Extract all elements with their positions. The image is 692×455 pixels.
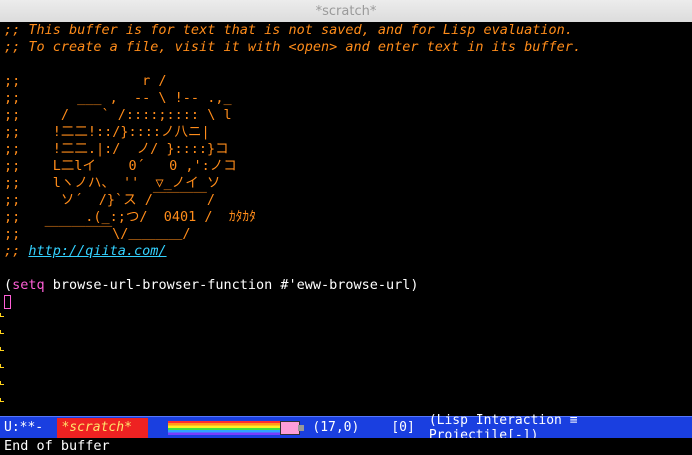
ascii-art-line: ;; L二lイ 0´ 0 ,':ノコ [4,158,237,174]
code-line: (setq browse-url-browser-function #'eww-… [4,277,692,294]
window-title: *scratch* [315,3,377,19]
nyan-cat-position-bar[interactable] [167,420,304,435]
text-cursor [4,295,11,309]
comment-prefix: ;; [4,243,29,259]
comment-line: ;; To create a file, visit it with <open… [4,39,582,55]
title-bar[interactable]: *scratch* [0,0,692,23]
empty-line-indicator [0,364,4,370]
mode-line[interactable]: U:**- *scratch* (17,0) [0] (Lisp Interac… [0,413,692,443]
cursor-line[interactable] [4,294,692,311]
buffer-name[interactable]: *scratch* [57,417,148,438]
ascii-art-line: ;; ソ´ /}`ス /￣￣￣￣/ [4,192,216,208]
buffer-text[interactable]: ;; This buffer is for text that is not s… [4,22,692,311]
empty-line-indicator [0,381,4,387]
minibuffer[interactable]: End of buffer [0,438,692,455]
ascii-art-line: ;; ___ , -- \ !-- .,_ [4,90,232,106]
rainbow-trail [167,420,286,435]
setq-keyword: setq [12,277,45,293]
close-paren: ) [410,277,419,293]
cursor-position: (17,0) [312,420,360,435]
emacs-window: *scratch* ;; This buffer is for text tha… [0,0,692,455]
buffer-status: U:**- [4,420,44,435]
ascii-art-line: ;; !二二.|:/ ノ/ }::::}コ [4,141,229,157]
open-paren: ( [4,277,13,293]
nyan-cat-icon [279,420,304,435]
comment-line: ;; This buffer is for text that is not s… [4,22,573,38]
scratch-buffer[interactable]: ;; This buffer is for text that is not s… [0,22,692,416]
ascii-art-line: ;; ￣￣￣￣￣\/＿＿＿＿/ [4,226,191,242]
qiita-link[interactable]: http://qiita.com/ [28,243,166,259]
ascii-art-line: ;; / ` /::::;:::: \ l [4,107,232,123]
ascii-art-line: ;; !二二!::/}::::ノ八ニ| [4,124,210,140]
empty-line-indicator [0,330,4,336]
link-line: ;; http://qiita.com/ [4,243,692,260]
empty-line-indicator [0,313,4,319]
ascii-art-line: ;; lヽノハ、 '' ▽_ノイ ソ [4,175,221,191]
empty-line-indicator [0,398,4,404]
counter: [0] [391,420,415,435]
ascii-art-line: ;; .(_:;つ/ 0401 / ｶﾀｶﾀ [4,209,256,225]
ascii-art-line: ;; r / [4,73,167,89]
echo-message: End of buffer [4,438,110,454]
code-body: browse-url-browser-function #'eww-browse… [44,277,411,293]
empty-line-indicator [0,347,4,353]
